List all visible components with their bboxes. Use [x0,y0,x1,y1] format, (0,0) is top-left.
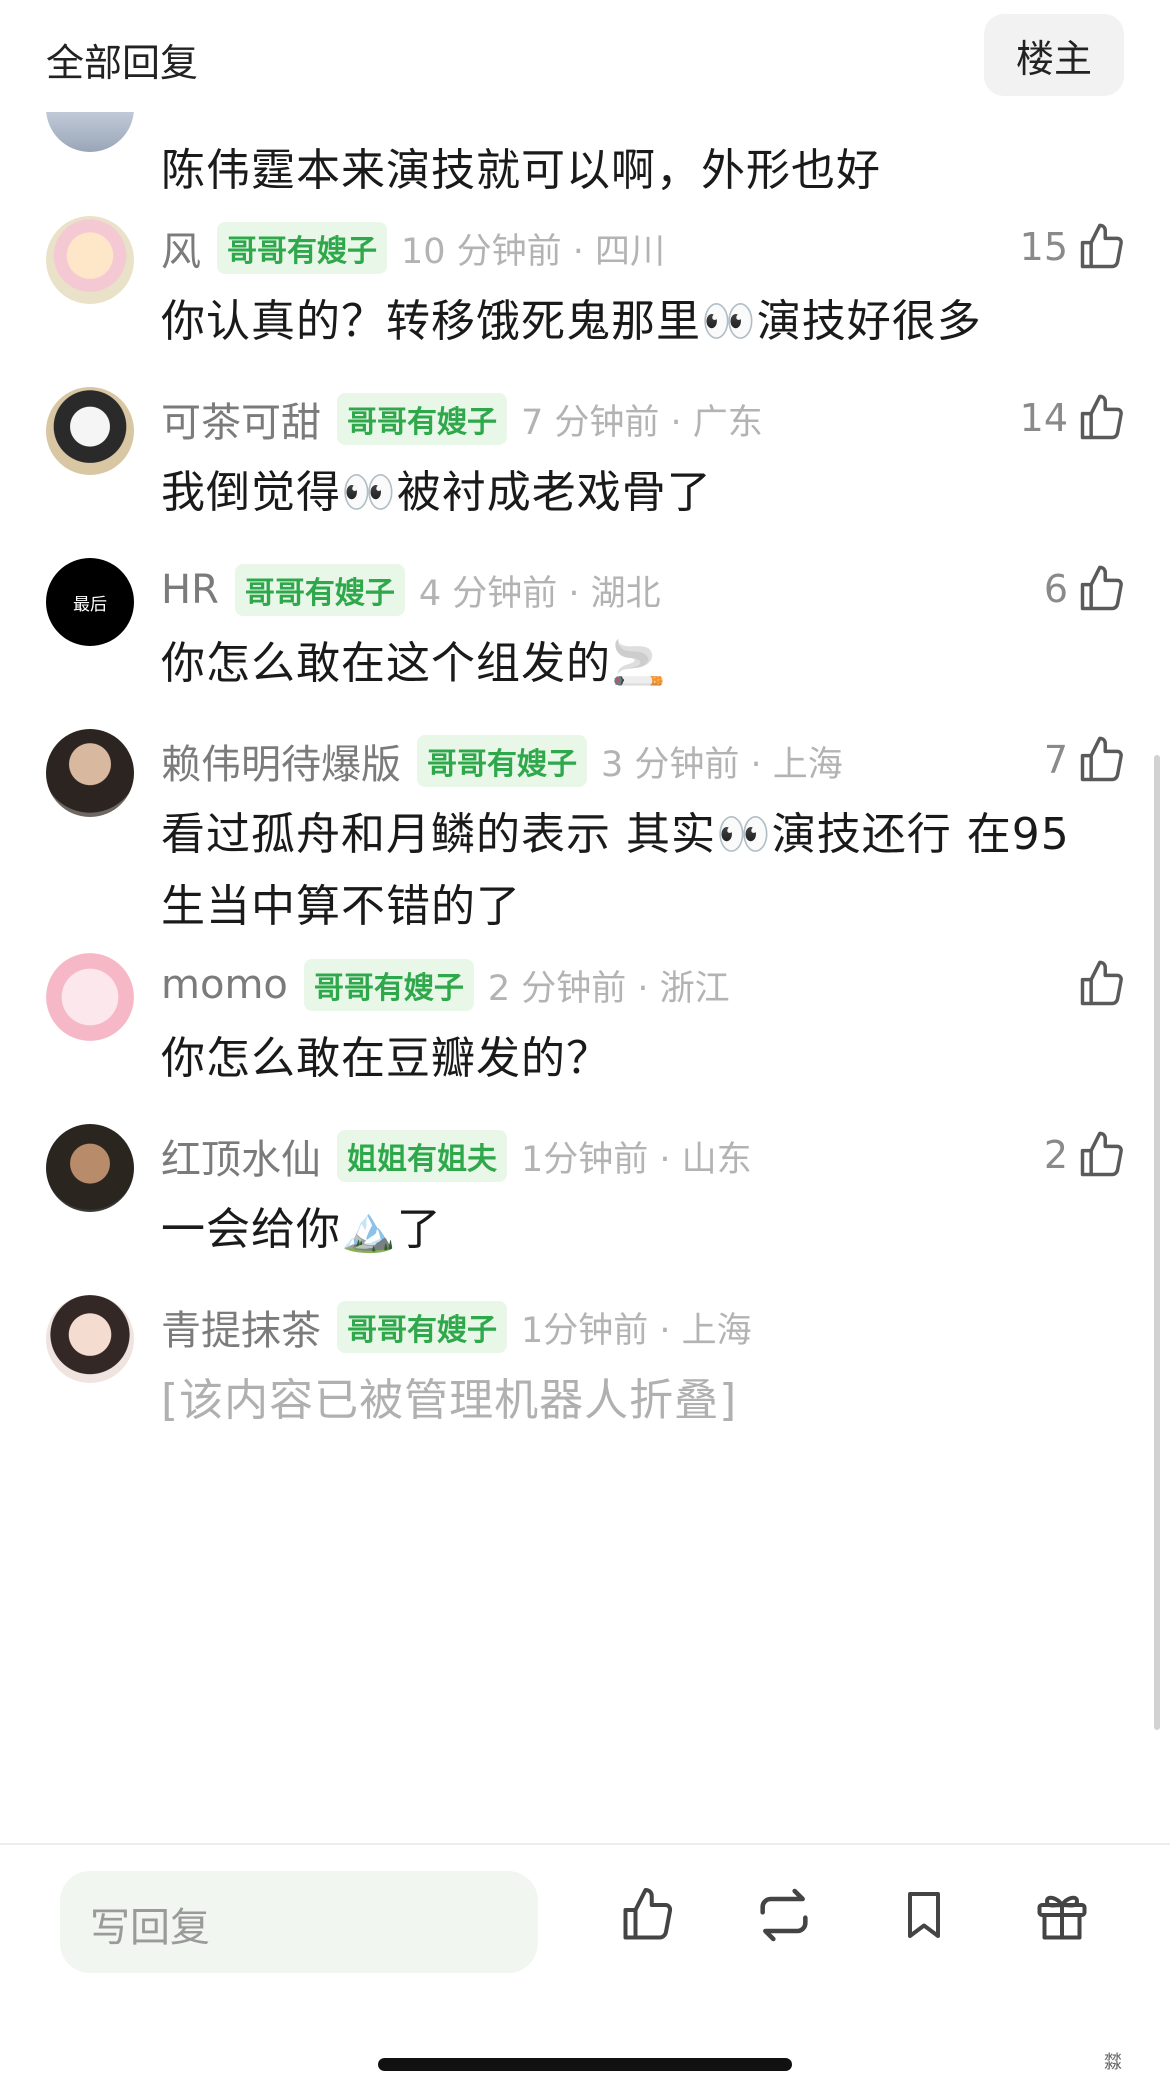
thumbs-up-icon [1080,960,1123,1006]
group-badge: 姐姐有姐夫 [337,1130,507,1182]
bookmark-button[interactable] [892,1883,956,1947]
thumbs-up-icon [1080,736,1123,782]
like-count: 2 [1043,1133,1068,1177]
like-action-button[interactable] [616,1883,680,1947]
thumbs-up-icon [623,1888,673,1940]
comment-meta: 10 分钟前 · 四川 [401,231,666,272]
like-count: 15 [1019,225,1068,269]
group-badge: 哥哥有嫂子 [337,393,507,445]
comment-content: 陈伟霆本来演技就可以啊，外形也好 [161,145,881,196]
like-button[interactable]: 15 [1020,216,1128,278]
avatar[interactable] [46,1295,134,1383]
comment-meta: 3 分钟前 · 上海 [601,744,843,785]
username[interactable]: HR [161,567,219,613]
bookmark-icon [908,1892,940,1938]
group-badge: 哥哥有嫂子 [303,959,474,1011]
like-button[interactable]: 14 [1020,387,1128,449]
comment-meta: 2 分钟前 · 浙江 [487,968,730,1009]
repost-icon [760,1888,808,1942]
username[interactable]: 赖伟明待爆版 [161,732,401,790]
thumbs-up-icon [1080,223,1123,269]
comment-meta: 7 分钟前 · 广东 [521,402,763,443]
watermark: 㵘 [1104,2052,1122,2073]
header: 全部回复 楼主 [0,0,1170,112]
gift-button[interactable] [1030,1883,1094,1947]
comment-content: 一会给你🏔️了 [161,1204,442,1255]
comment-meta: 4 分钟前 · 湖北 [418,573,661,614]
avatar[interactable]: 最后 [46,558,134,646]
group-badge: 哥哥有嫂子 [337,1301,507,1353]
reply-input[interactable]: 写回复 [60,1871,538,1973]
group-badge: 哥哥有嫂子 [217,222,387,274]
like-count: 14 [1019,396,1068,440]
like-button[interactable] [1068,953,1128,1015]
like-count: 7 [1043,738,1068,782]
gift-icon [1037,1895,1087,1940]
home-indicator [378,2058,792,2071]
reply-placeholder: 写回复 [90,1905,210,1951]
comment-meta: 1分钟前 · 上海 [521,1310,752,1351]
avatar[interactable] [46,953,134,1041]
avatar[interactable] [46,1124,134,1212]
comment-content: 你怎么敢在这个组发的🚬 [161,638,667,689]
username[interactable]: momo [161,962,288,1008]
comment-meta: 1分钟前 · 山东 [521,1139,752,1180]
comment-content: 你怎么敢在豆瓣发的？ [161,1033,611,1084]
like-button[interactable]: 7 [1044,729,1128,791]
scrollbar[interactable] [1154,755,1160,1730]
username[interactable]: 青提抹茶 [161,1298,321,1356]
comment-content: 看过孤舟和月鳞的表示 其实👀演技还行 在95生当中算不错的了 [161,809,1070,932]
thumbs-up-icon [1080,394,1123,440]
avatar[interactable] [46,216,134,304]
bottom-action-bar: 写回复 [0,1843,1170,2097]
comment-content: 我倒觉得👀被衬成老戏骨了 [161,467,712,518]
owner-filter-button[interactable]: 楼主 [984,14,1124,96]
avatar[interactable] [46,387,134,475]
repost-button[interactable] [752,1883,816,1947]
group-badge: 哥哥有嫂子 [417,735,587,787]
username[interactable]: 风 [161,219,201,277]
like-button[interactable]: 6 [1044,558,1128,620]
like-button[interactable]: 2 [1044,1124,1128,1186]
username[interactable]: 可茶可甜 [161,390,321,448]
reply-list: 陈伟霆本来演技就可以啊，外形也好 风 哥哥有嫂子 10 分钟前 · 四川 15 … [0,0,1170,1843]
like-count: 6 [1043,567,1068,611]
folded-comment-notice[interactable]: [该内容已被管理机器人折叠] [161,1365,1101,1437]
avatar[interactable] [46,729,134,817]
username[interactable]: 红顶水仙 [161,1127,321,1185]
thumbs-up-icon [1080,565,1123,611]
comment-content: 你认真的？转移饿死鬼那里👀演技好很多 [161,296,982,347]
page-title: 全部回复 [46,41,199,85]
group-badge: 哥哥有嫂子 [234,564,405,616]
thumbs-up-icon [1080,1131,1123,1177]
